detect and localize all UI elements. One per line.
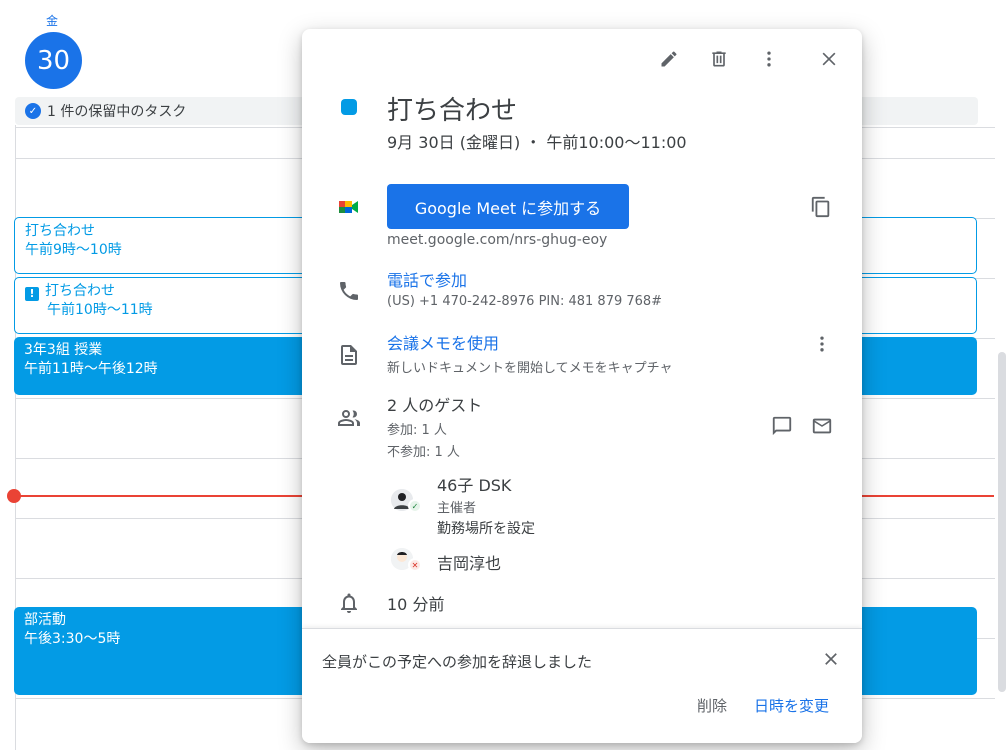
guest-name: 46子 DSK (437, 476, 512, 495)
current-time-dot (7, 489, 21, 503)
people-icon (338, 410, 360, 426)
join-by-phone-link[interactable]: 電話で参加 (387, 267, 467, 291)
event-title: 打ち合わせ (45, 283, 115, 299)
more-vert-icon (767, 51, 771, 67)
close-button[interactable] (811, 41, 847, 77)
trash-icon (712, 51, 726, 67)
close-icon (822, 52, 836, 66)
phone-details: (US) +1 470-242-8976 PIN: 481 879 768# (387, 294, 663, 309)
more-options-button[interactable] (751, 41, 787, 77)
day-number[interactable]: 30 (25, 32, 82, 89)
guest-summary: 2 人のゲスト (387, 396, 483, 415)
warning-icon: ! (25, 286, 39, 301)
reminder-text: 10 分前 (387, 595, 445, 614)
join-meet-button[interactable]: Google Meet に参加する (387, 184, 629, 229)
guest-no-count: 不参加: 1 人 (387, 445, 460, 460)
notes-more-button[interactable] (804, 326, 840, 362)
edit-button[interactable] (651, 41, 687, 77)
day-of-week: 金 (46, 14, 59, 28)
pending-tasks-label: 1 件の保留中のタスク (47, 104, 187, 120)
guest-role: 主催者 (437, 501, 477, 516)
set-work-location-link[interactable]: 勤務場所を設定 (437, 518, 535, 538)
event-color-swatch (341, 99, 357, 115)
document-icon (341, 345, 357, 365)
delete-event-button[interactable]: 削除 (697, 695, 727, 716)
close-icon (825, 653, 837, 665)
guest-name: 吉岡淳也 (437, 554, 502, 573)
message-guests-button[interactable] (764, 408, 800, 444)
declined-notice-footer: 全員がこの予定への参加を辞退しました 削除 日時を変更 (302, 628, 862, 743)
mail-icon (812, 418, 832, 434)
use-meeting-notes-link[interactable]: 会議メモを使用 (387, 330, 499, 354)
email-guests-button[interactable] (804, 408, 840, 444)
google-meet-icon (339, 201, 358, 213)
phone-icon (340, 282, 358, 300)
event-details-popup: 打ち合わせ 9月 30日 (金曜日) ・ 午前10:00～11:00 Googl… (302, 29, 862, 743)
notes-description: 新しいドキュメントを開始してメモをキャプチャ (387, 361, 673, 376)
pencil-icon (661, 51, 677, 67)
copy-button[interactable] (803, 189, 839, 225)
more-vert-icon (820, 336, 824, 352)
meet-url[interactable]: meet.google.com/nrs-ghug-eoy (387, 232, 607, 248)
reschedule-button[interactable]: 日時を変更 (754, 695, 829, 716)
dismiss-notice-button[interactable] (813, 641, 849, 677)
task-check-icon: ✓ (25, 103, 41, 119)
bell-icon (341, 593, 357, 613)
declined-message: 全員がこの予定への参加を辞退しました (322, 653, 593, 671)
declined-x-icon: ✕ (408, 558, 422, 572)
event-title: 打ち合わせ (387, 96, 518, 126)
copy-icon (811, 196, 830, 218)
accepted-check-icon: ✓ (408, 499, 422, 513)
chat-icon (772, 416, 792, 436)
guest-yes-count: 参加: 1 人 (387, 423, 447, 438)
event-datetime: 9月 30日 (金曜日) ・ 午前10:00～11:00 (387, 133, 687, 152)
scrollbar[interactable] (998, 352, 1006, 692)
delete-button[interactable] (701, 41, 737, 77)
